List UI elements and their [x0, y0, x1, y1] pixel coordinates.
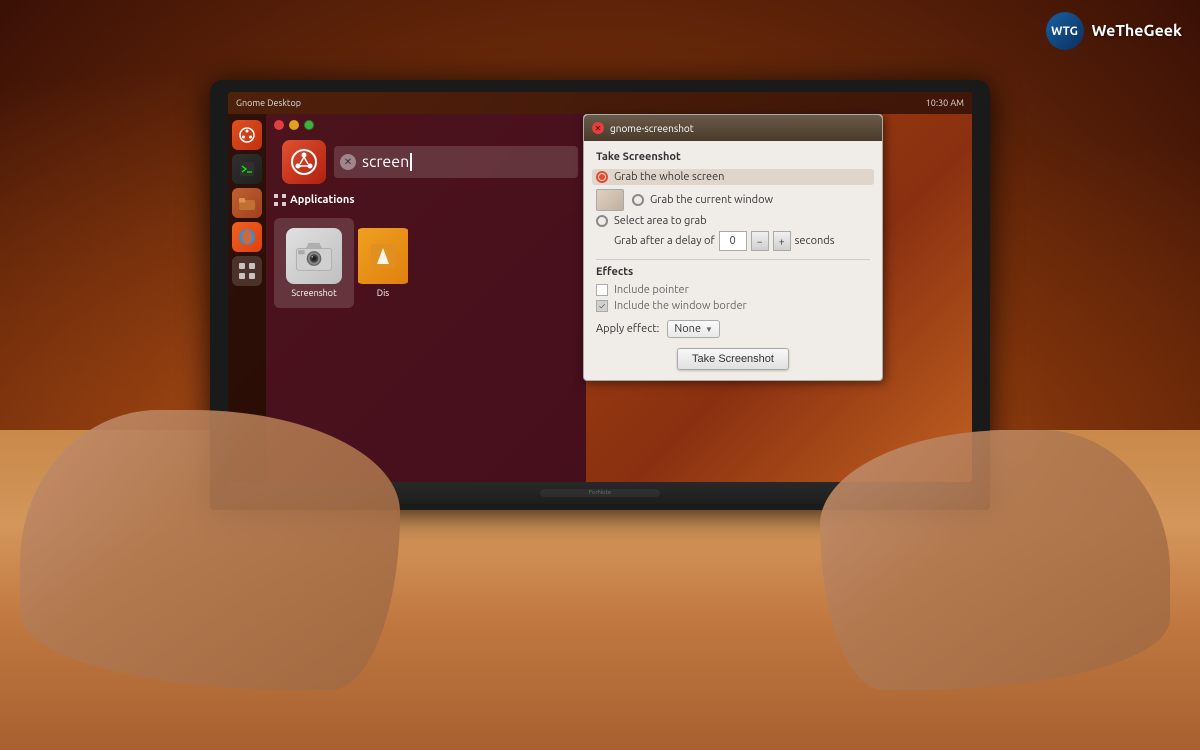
laptop-screen: Gnome Desktop 10:30 AM: [228, 92, 972, 482]
right-hand: [820, 430, 1170, 690]
delay-plus-btn[interactable]: +: [773, 231, 791, 251]
sidebar-apps[interactable]: [232, 256, 262, 286]
second-app-label: Dis: [377, 288, 389, 298]
dropdown-arrow-icon: ▼: [705, 325, 713, 334]
checkbox-border-row: Include the window border: [596, 300, 870, 312]
app-second-partial[interactable]: Dis: [358, 218, 408, 308]
option-whole-screen[interactable]: Grab the whole screen: [592, 169, 874, 185]
sidebar-firefox[interactable]: [232, 222, 262, 252]
dialog-titlebar: ✕ gnome-screenshot: [584, 115, 882, 141]
option-area-label: Select area to grab: [614, 215, 707, 227]
apply-effect-value: None: [674, 323, 701, 335]
apps-grid: Screenshot Dis: [266, 212, 586, 314]
screenshot-app-icon: [286, 228, 342, 284]
max-btn[interactable]: [304, 120, 314, 130]
window-thumbnail: [596, 189, 624, 211]
apply-effect-dropdown[interactable]: None ▼: [667, 320, 720, 338]
dialog-body: Take Screenshot Grab the whole screen Gr…: [584, 141, 882, 380]
radio-window[interactable]: [632, 194, 644, 206]
topbar-label: Gnome Desktop: [236, 98, 301, 108]
delay-row: Grab after a delay of 0 − + seconds: [614, 231, 870, 251]
section-take-title: Take Screenshot: [596, 151, 870, 163]
option-window[interactable]: Grab the current window: [632, 194, 773, 206]
checkbox-pointer-row: Include pointer: [596, 284, 870, 296]
delay-label: Grab after a delay of: [614, 235, 715, 247]
app-screenshot[interactable]: Screenshot: [274, 218, 354, 308]
radio-area[interactable]: [596, 215, 608, 227]
min-btn[interactable]: [289, 120, 299, 130]
dialog-close-btn[interactable]: ✕: [592, 122, 604, 134]
apply-effect-label: Apply effect:: [596, 323, 659, 335]
delay-minus-btn[interactable]: −: [751, 231, 769, 251]
section-divider: [596, 259, 870, 260]
delay-unit: seconds: [795, 235, 835, 247]
search-value: screen: [362, 153, 409, 171]
applications-label: Applications: [266, 188, 586, 212]
option-window-row[interactable]: Grab the current window: [596, 189, 870, 211]
checkbox-border[interactable]: [596, 300, 608, 312]
topbar-time: 10:30 AM: [926, 98, 964, 108]
applications-text: Applications: [290, 194, 355, 206]
checkbox-pointer-label: Include pointer: [614, 284, 689, 296]
brand-logo: WTG WeTheGeek: [1046, 12, 1183, 50]
checkbox-pointer[interactable]: [596, 284, 608, 296]
sidebar-terminal[interactable]: [232, 154, 262, 184]
sidebar-ubuntu-logo[interactable]: [232, 120, 262, 150]
effects-section: Effects Include pointer Include the wind…: [596, 266, 870, 312]
gnome-screenshot-dialog: ✕ gnome-screenshot Take Screenshot Grab …: [583, 114, 883, 381]
brand-name: WeTheGeek: [1092, 22, 1183, 40]
delay-input[interactable]: 0: [719, 231, 747, 251]
close-btn[interactable]: [274, 120, 284, 130]
sidebar-files[interactable]: [232, 188, 262, 218]
take-screenshot-button[interactable]: Take Screenshot: [677, 348, 789, 370]
left-hand: [20, 410, 400, 690]
search-row: ✕ screen: [266, 136, 586, 188]
screenshot-app-label: Screenshot: [291, 288, 336, 298]
keyboard-brand: ForNote: [540, 489, 660, 497]
delay-value: 0: [730, 235, 736, 247]
wtg-initials: WTG: [1051, 25, 1078, 38]
dialog-title: gnome-screenshot: [610, 123, 694, 134]
take-screenshot-label: Take Screenshot: [692, 353, 774, 365]
checkbox-border-label: Include the window border: [614, 300, 747, 312]
dash-overlay: ✕ screen Applications: [266, 114, 586, 482]
option-area[interactable]: Select area to grab: [596, 215, 870, 227]
dash-ubuntu-icon: [282, 140, 326, 184]
option-whole-label: Grab the whole screen: [614, 171, 724, 183]
second-app-icon: [358, 228, 408, 284]
dash-window-controls: [266, 114, 586, 136]
apply-effect-row: Apply effect: None ▼: [596, 320, 870, 338]
search-clear-btn[interactable]: ✕: [340, 154, 356, 170]
wtg-icon: WTG: [1046, 12, 1084, 50]
ubuntu-topbar: Gnome Desktop 10:30 AM: [228, 92, 972, 114]
radio-whole-screen[interactable]: [596, 171, 608, 183]
search-input[interactable]: screen: [334, 146, 578, 178]
option-window-label: Grab the current window: [650, 194, 773, 206]
section-effects-title: Effects: [596, 266, 870, 278]
